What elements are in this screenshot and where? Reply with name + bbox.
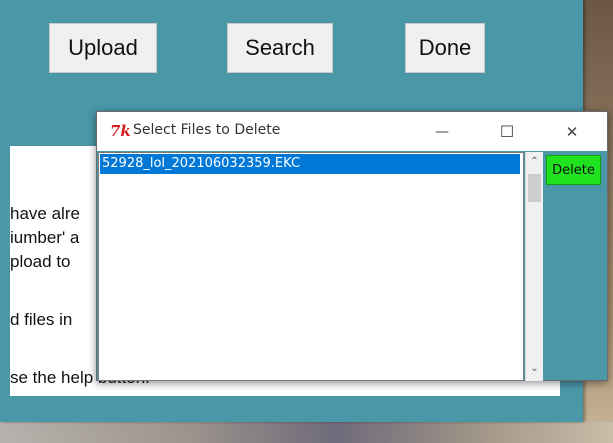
minimize-button[interactable]: — [419, 112, 465, 151]
desktop-background-bottom [0, 422, 613, 443]
close-button[interactable]: ✕ [549, 112, 595, 151]
instruction-line: have alre [10, 204, 80, 223]
file-list-scrollbar[interactable]: ⌃ ⌄ [525, 152, 543, 381]
scroll-down-icon[interactable]: ⌄ [526, 360, 543, 377]
list-item-selected[interactable]: 52928_lol_202106032359.EKC [100, 154, 520, 174]
select-files-dialog: 7k Select Files to Delete — ☐ ✕ 52928_lo… [96, 111, 608, 381]
dialog-title: Select Files to Delete [133, 122, 281, 138]
scroll-thumb[interactable] [528, 174, 541, 202]
tk-feather-icon: 7k [110, 122, 131, 140]
search-button[interactable]: Search [227, 23, 333, 73]
dialog-titlebar[interactable]: 7k Select Files to Delete — ☐ ✕ [97, 112, 607, 151]
maximize-button[interactable]: ☐ [484, 112, 530, 151]
instruction-line: iumber' a [10, 228, 80, 247]
instruction-line: d files in [10, 310, 73, 329]
instruction-line: pload to [10, 252, 71, 271]
scroll-up-icon[interactable]: ⌃ [526, 153, 543, 170]
delete-button[interactable]: Delete [546, 155, 601, 185]
upload-button[interactable]: Upload [49, 23, 157, 73]
done-button[interactable]: Done [405, 23, 485, 73]
file-listbox[interactable]: 52928_lol_202106032359.EKC [98, 152, 524, 381]
